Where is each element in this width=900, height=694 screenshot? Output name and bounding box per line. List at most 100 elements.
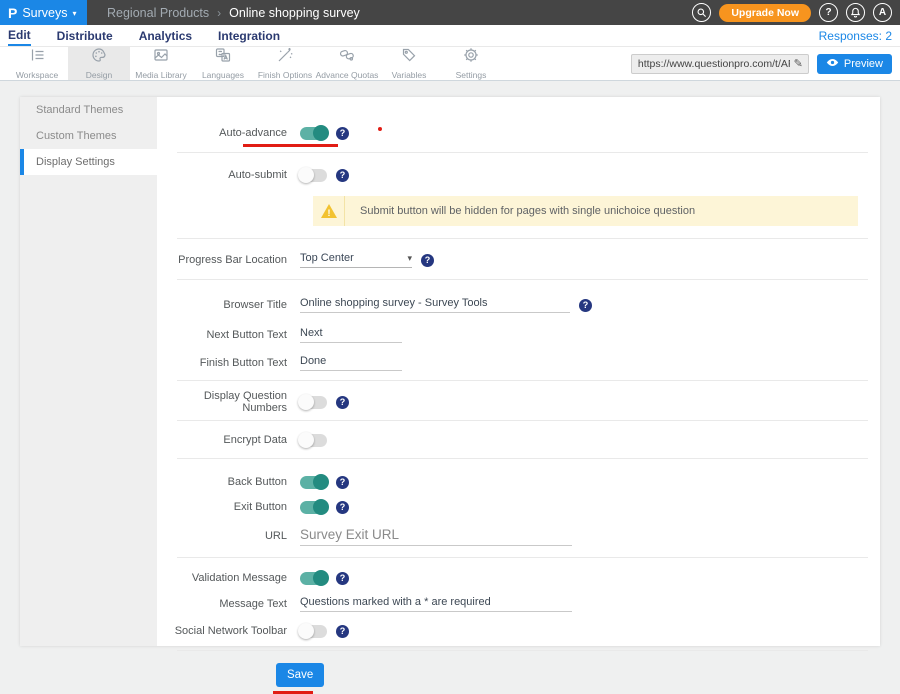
search-icon[interactable] <box>692 3 711 22</box>
progress-bar-location-select[interactable]: Top Center ▾ <box>300 252 412 268</box>
exit-url-label: URL <box>157 530 300 542</box>
back-button-toggle[interactable] <box>300 476 327 489</box>
next-button-text-input[interactable] <box>300 327 402 343</box>
finish-button-text-input[interactable] <box>300 355 402 371</box>
design-toolbar: Workspace Design Media Library Languages… <box>0 47 900 81</box>
divider <box>177 420 868 421</box>
auto-advance-toggle[interactable] <box>300 127 327 140</box>
eye-icon <box>826 56 839 72</box>
help-icon[interactable]: ? <box>336 572 349 585</box>
preview-button[interactable]: Preview <box>817 54 892 74</box>
help-icon[interactable]: ? <box>336 396 349 409</box>
workspace-icon <box>29 47 45 68</box>
help-icon[interactable]: ? <box>336 501 349 514</box>
divider <box>177 650 868 651</box>
avatar[interactable]: A <box>873 3 892 22</box>
responses-count-link[interactable]: Responses: 2 <box>819 29 892 43</box>
upgrade-now-button[interactable]: Upgrade Now <box>719 4 811 22</box>
help-icon[interactable]: ? <box>336 625 349 638</box>
annotation-dot <box>378 127 382 131</box>
auto-submit-label: Auto-submit <box>157 169 300 181</box>
divider <box>177 152 868 153</box>
validation-message-toggle[interactable] <box>300 572 327 585</box>
divider <box>177 238 868 239</box>
toolbar-item-workspace[interactable]: Workspace <box>6 47 68 80</box>
select-caret-icon: ▾ <box>407 253 412 264</box>
social-network-toolbar-toggle[interactable] <box>300 625 327 638</box>
divider <box>177 557 868 558</box>
submit-hidden-warning: ! Submit button will be hidden for pages… <box>313 196 858 226</box>
breadcrumb-separator: › <box>217 6 221 20</box>
display-question-numbers-label: Display Question Numbers <box>157 390 300 414</box>
surveys-menu[interactable]: P Surveys ▾ <box>0 0 87 25</box>
warning-text: Submit button will be hidden for pages w… <box>345 205 695 217</box>
browser-title-input[interactable] <box>300 297 570 313</box>
help-icon[interactable]: ? <box>336 127 349 140</box>
surveys-menu-label: Surveys <box>22 6 67 20</box>
toolbar-item-languages[interactable]: Languages <box>192 47 254 80</box>
help-icon[interactable]: ? <box>421 254 434 267</box>
svg-text:!: ! <box>327 208 330 218</box>
chevron-down-icon: ▾ <box>73 9 77 18</box>
notifications-bell-icon[interactable] <box>846 3 865 22</box>
sidebar-item-custom-themes[interactable]: Custom Themes <box>20 123 157 149</box>
themes-sidebar: Standard Themes Custom Themes Display Se… <box>20 97 157 646</box>
toolbar-item-media-library[interactable]: Media Library <box>130 47 192 80</box>
display-settings-page: Standard Themes Custom Themes Display Se… <box>20 97 880 646</box>
edit-url-pencil-icon[interactable]: ✎ <box>794 57 808 70</box>
tab-integration[interactable]: Integration <box>218 27 280 45</box>
divider <box>177 279 868 280</box>
help-circle-icon[interactable]: ? <box>819 3 838 22</box>
toolbar-item-design[interactable]: Design <box>68 47 130 80</box>
display-settings-form: Auto-advance ? Auto-submit ? ! Submit bu… <box>157 97 880 646</box>
advance-quotas-chain-icon <box>339 47 355 68</box>
sidebar-item-display-settings[interactable]: Display Settings <box>20 149 157 175</box>
help-icon[interactable]: ? <box>336 169 349 182</box>
annotation-underline <box>243 144 338 147</box>
divider <box>177 380 868 381</box>
encrypt-data-toggle[interactable] <box>300 434 327 447</box>
message-text-input[interactable] <box>300 596 572 612</box>
auto-advance-label: Auto-advance <box>157 127 300 139</box>
help-icon[interactable]: ? <box>336 476 349 489</box>
tab-distribute[interactable]: Distribute <box>57 27 113 45</box>
breadcrumb-current: Online shopping survey <box>229 6 360 20</box>
topbar-actions: Upgrade Now ? A <box>692 0 900 25</box>
display-question-numbers-toggle[interactable] <box>300 396 327 409</box>
save-button[interactable]: Save <box>276 663 324 687</box>
topbar: P Surveys ▾ Regional Products › Online s… <box>0 0 900 25</box>
progress-bar-location-label: Progress Bar Location <box>157 254 300 266</box>
finish-button-text-label: Finish Button Text <box>157 357 300 369</box>
validation-message-label: Validation Message <box>157 572 300 584</box>
media-library-image-icon <box>153 47 169 68</box>
breadcrumb-parent[interactable]: Regional Products <box>107 6 209 20</box>
message-text-label: Message Text <box>157 598 300 610</box>
help-icon[interactable]: ? <box>579 299 592 312</box>
back-button-label: Back Button <box>157 476 300 488</box>
toolbar-item-advance-quotas[interactable]: Advance Quotas <box>316 47 378 80</box>
survey-nav: Edit Distribute Analytics Integration Re… <box>0 25 900 47</box>
finish-options-wand-icon <box>277 47 293 68</box>
toolbar-item-variables[interactable]: Variables <box>378 47 440 80</box>
exit-button-toggle[interactable] <box>300 501 327 514</box>
breadcrumb: Regional Products › Online shopping surv… <box>87 0 360 25</box>
survey-url-box: ✎ <box>631 54 809 74</box>
warning-triangle-icon: ! <box>313 196 345 226</box>
toolbar-item-finish-options[interactable]: Finish Options <box>254 47 316 80</box>
encrypt-data-label: Encrypt Data <box>157 434 300 446</box>
sidebar-item-standard-themes[interactable]: Standard Themes <box>20 97 157 123</box>
survey-exit-url-input[interactable] <box>300 527 572 546</box>
tab-analytics[interactable]: Analytics <box>139 27 192 45</box>
social-network-toolbar-label: Social Network Toolbar <box>157 625 300 637</box>
variables-tag-icon <box>401 47 417 68</box>
survey-url-input[interactable] <box>632 58 794 70</box>
auto-submit-toggle[interactable] <box>300 169 327 182</box>
questionpro-logo-icon: P <box>8 6 17 20</box>
toolbar-item-settings[interactable]: Settings <box>440 47 502 80</box>
exit-button-label: Exit Button <box>157 501 300 513</box>
browser-title-label: Browser Title <box>157 299 300 311</box>
next-button-text-label: Next Button Text <box>157 329 300 341</box>
settings-gear-icon <box>463 47 479 68</box>
design-palette-icon <box>91 47 107 68</box>
tab-edit[interactable]: Edit <box>8 26 31 46</box>
